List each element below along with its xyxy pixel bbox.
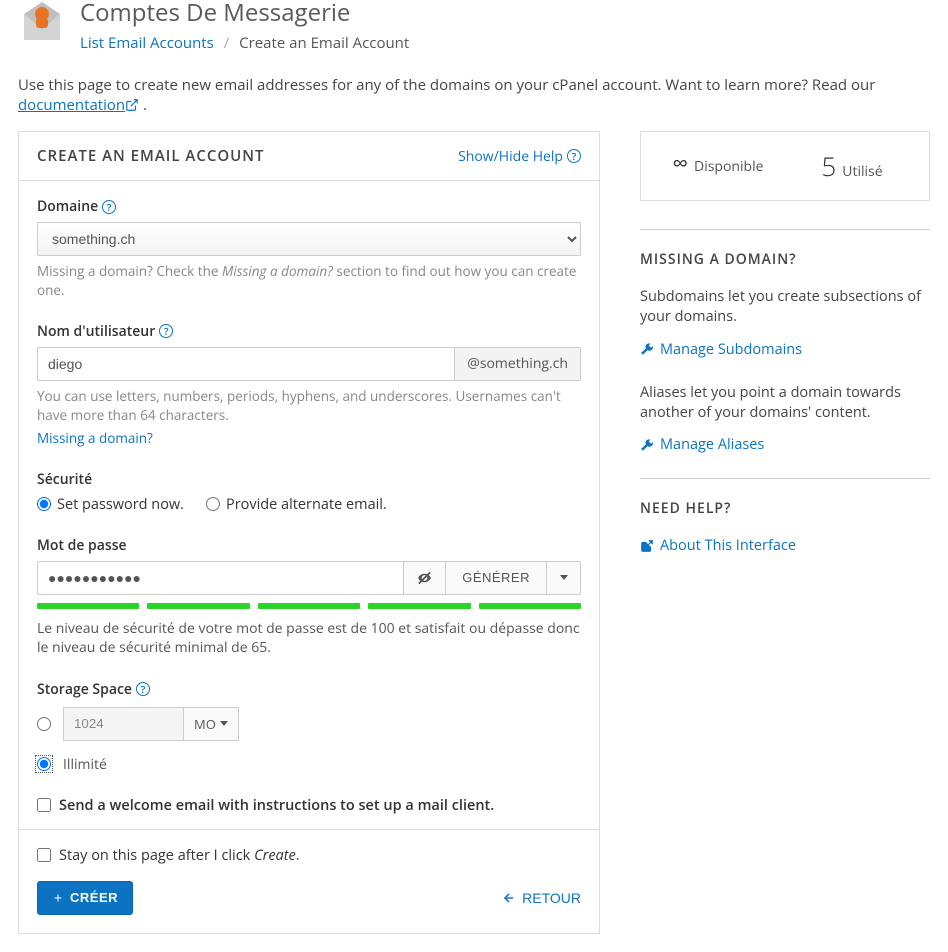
used-count: 5 — [821, 148, 836, 184]
security-label: Sécurité — [37, 470, 92, 489]
storage-unit-select[interactable]: MO — [183, 707, 239, 741]
help-icon[interactable]: ? — [136, 682, 150, 696]
email-app-icon — [18, 0, 66, 48]
documentation-link[interactable]: documentation — [18, 95, 139, 115]
caret-down-icon — [220, 721, 228, 726]
username-input[interactable] — [37, 347, 455, 381]
breadcrumb-link-list[interactable]: List Email Accounts — [80, 33, 214, 53]
password-strength-text: Le niveau de sécurité de votre mot de pa… — [37, 619, 581, 658]
toggle-password-visibility-button[interactable] — [404, 561, 446, 595]
panel-title: CREATE AN EMAIL ACCOUNT — [37, 146, 265, 166]
manage-aliases-link[interactable]: Manage Aliases — [640, 435, 930, 454]
create-email-panel: CREATE AN EMAIL ACCOUNT Show/Hide Help ?… — [18, 131, 600, 934]
caret-down-icon — [560, 575, 568, 580]
intro-text: Use this page to create new email addres… — [18, 75, 930, 115]
aliases-text: Aliases let you point a domain towards a… — [640, 383, 930, 424]
about-interface-link[interactable]: About This Interface — [640, 536, 930, 555]
stats-box: ∞ Disponible 5 Utilisé — [640, 131, 930, 201]
external-link-icon — [640, 539, 654, 553]
storage-label: Storage Space — [37, 680, 132, 699]
subdomains-text: Subdomains let you create subsections of… — [640, 287, 930, 328]
storage-size-input — [63, 707, 183, 741]
generate-password-button[interactable]: GÉNÉRER — [446, 561, 547, 595]
username-label: Nom d'utilisateur — [37, 322, 155, 341]
eye-off-icon — [416, 568, 433, 588]
storage-radio-limited[interactable] — [37, 717, 51, 731]
storage-radio-unlimited[interactable] — [37, 757, 51, 771]
username-domain-addon: @something.ch — [455, 347, 581, 381]
help-icon: ? — [567, 149, 581, 163]
password-strength-meter — [37, 603, 581, 609]
available-label: Disponible — [694, 157, 763, 176]
domain-help-text: Missing a domain? Check the Missing a do… — [37, 262, 581, 300]
back-button[interactable]: RETOUR — [502, 890, 581, 906]
missing-domain-link[interactable]: Missing a domain? — [37, 429, 153, 447]
help-icon[interactable]: ? — [159, 324, 173, 338]
toggle-help-link[interactable]: Show/Hide Help ? — [458, 147, 581, 166]
stay-on-page-checkbox[interactable]: Stay on this page after I click Create. — [37, 846, 581, 865]
generate-password-options-button[interactable] — [547, 561, 581, 595]
username-help-text: You can use letters, numbers, periods, h… — [37, 387, 581, 425]
domain-select[interactable]: something.ch — [37, 222, 581, 256]
missing-domain-heading: MISSING A DOMAIN? — [640, 250, 930, 269]
password-label: Mot de passe — [37, 536, 127, 555]
wrench-icon — [640, 342, 654, 356]
arrow-left-icon — [502, 891, 516, 905]
plus-icon — [52, 892, 64, 904]
wrench-icon — [640, 438, 654, 452]
security-radio-alt[interactable]: Provide alternate email. — [206, 495, 387, 514]
breadcrumb: List Email Accounts / Create an Email Ac… — [80, 33, 409, 53]
breadcrumb-current: Create an Email Account — [239, 33, 409, 53]
security-radio-now[interactable]: Set password now. — [37, 495, 184, 514]
password-input[interactable] — [37, 561, 404, 595]
used-label: Utilisé — [842, 162, 882, 181]
infinity-icon: ∞ — [673, 148, 689, 178]
storage-unlimited-label: Illimité — [63, 755, 107, 774]
manage-subdomains-link[interactable]: Manage Subdomains — [640, 340, 930, 359]
welcome-email-checkbox[interactable]: Send a welcome email with instructions t… — [37, 796, 581, 815]
page-title: Comptes De Messagerie — [80, 0, 409, 29]
create-button[interactable]: CRÉER — [37, 881, 133, 915]
need-help-heading: NEED HELP? — [640, 499, 930, 518]
domain-label: Domaine — [37, 197, 98, 216]
help-icon[interactable]: ? — [102, 200, 116, 214]
